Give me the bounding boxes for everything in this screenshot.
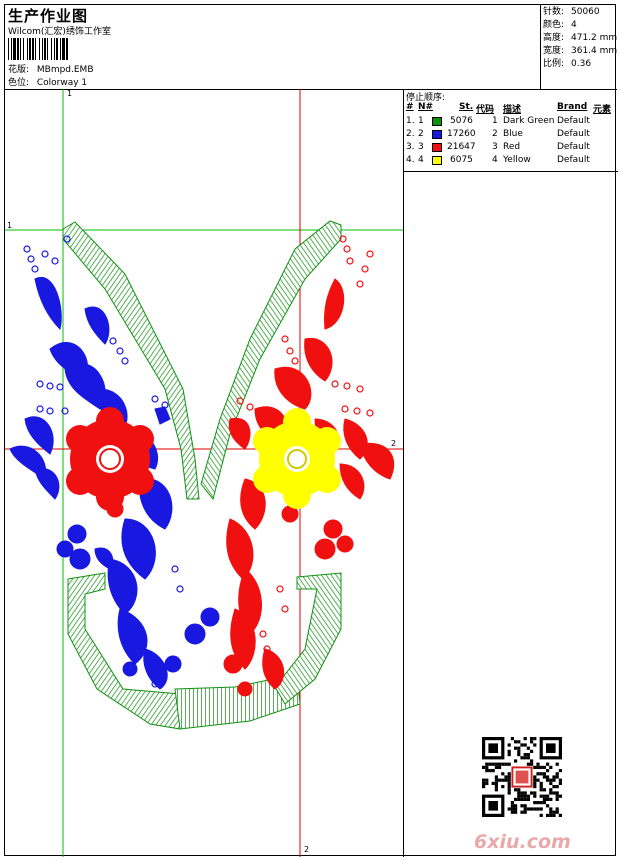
col-header-element: 元素	[593, 105, 612, 115]
guide-label-bottom: 2	[304, 845, 310, 854]
colorway-value: Colorway 1	[36, 78, 88, 88]
stat-label: 宽度:	[543, 46, 565, 56]
embroidery-preview	[5, 89, 403, 857]
table-row: 1. 1 5076 1 Dark Green Default	[404, 116, 618, 129]
row-desc: Red	[503, 142, 521, 152]
row-brand: Default	[557, 142, 590, 152]
stat-value: 50060	[571, 7, 600, 17]
table-row: 3. 3 21647 3 Red Default	[404, 142, 618, 155]
info-panel: 停止顺序: # N# St. 代码 描述 Brand 元素 1. 1 5076 …	[403, 89, 618, 857]
guide-label-left: 1	[7, 221, 13, 230]
production-sheet: 生产作业图 Wilcom(汇宏)绣饰工作室 花版: MBmpd.EMB 色位: …	[4, 4, 618, 857]
barcode-bar	[68, 38, 69, 60]
row-n: 4	[418, 155, 424, 165]
design-file-value: MBmpd.EMB	[36, 65, 94, 75]
row-n: 2	[418, 129, 424, 139]
design-file-line: 花版: MBmpd.EMB	[8, 62, 94, 75]
row-brand: Default	[557, 155, 590, 165]
stat-scale: 比例: 0.36	[543, 58, 617, 71]
row-code: 3	[492, 142, 498, 152]
color-swatch	[432, 156, 442, 165]
colorway-line: 色位: Colorway 1	[8, 75, 87, 88]
col-header-stitches: St.	[459, 102, 474, 112]
qr-code	[482, 737, 562, 817]
stat-value: 0.36	[571, 59, 592, 69]
color-swatch	[432, 143, 442, 152]
row-brand: Default	[557, 116, 590, 126]
row-code: 4	[492, 155, 498, 165]
col-header-desc: 描述	[503, 105, 522, 115]
row-desc: Yellow	[503, 155, 531, 165]
row-stitches: 6075	[450, 155, 473, 165]
col-header-brand: Brand	[557, 102, 588, 112]
stat-width: 宽度: 361.4 mm	[543, 45, 617, 58]
embroidery-design-area: 1 1 2 2	[5, 89, 403, 857]
header-info: 生产作业图 Wilcom(汇宏)绣饰工作室 花版: MBmpd.EMB 色位: …	[5, 5, 541, 89]
row-code: 2	[492, 129, 498, 139]
watermark-logo: 6xiu.com	[474, 831, 571, 853]
col-header-n: N#	[418, 102, 434, 112]
table-row: 2. 2 17260 2 Blue Default	[404, 129, 618, 142]
row-desc: Blue	[503, 129, 523, 139]
stat-value: 361.4 mm	[571, 46, 618, 56]
stat-stitches: 针数: 50060	[543, 6, 617, 19]
row-num: 2.	[406, 129, 415, 139]
row-stitches: 21647	[447, 142, 476, 152]
design-stats: 针数: 50060 颜色: 4 高度: 471.2 mm 宽度: 361.4 mm 比例…	[543, 6, 617, 71]
stat-value: 4	[571, 20, 577, 30]
stat-label: 比例:	[543, 59, 565, 69]
company-name: Wilcom(汇宏)绣饰工作室	[8, 27, 111, 37]
row-desc: Dark Green	[503, 116, 555, 126]
row-brand: Default	[557, 129, 590, 139]
thread-table: 停止顺序: # N# St. 代码 描述 Brand 元素 1. 1 5076 …	[404, 89, 618, 172]
page-title: 生产作业图	[8, 7, 89, 25]
barcode	[8, 38, 120, 60]
stat-label: 颜色:	[543, 20, 565, 30]
row-stitches: 5076	[450, 116, 473, 126]
colorway-label: 色位:	[8, 78, 30, 88]
row-num: 3.	[406, 142, 415, 152]
sheet-header: 生产作业图 Wilcom(汇宏)绣饰工作室 花版: MBmpd.EMB 色位: …	[5, 5, 617, 90]
stat-label: 针数:	[543, 7, 565, 17]
row-code: 1	[492, 116, 498, 126]
table-row: 4. 4 6075 4 Yellow Default	[404, 155, 618, 168]
row-num: 4.	[406, 155, 415, 165]
col-header-code: 代码	[476, 105, 495, 115]
stat-colors: 颜色: 4	[543, 19, 617, 32]
guide-label-right: 2	[391, 439, 397, 448]
row-n: 3	[418, 142, 424, 152]
row-stitches: 17260	[447, 129, 476, 139]
color-swatch	[432, 130, 442, 139]
design-file-label: 花版:	[8, 65, 30, 75]
stat-label: 高度:	[543, 33, 565, 43]
col-header-num: #	[406, 102, 414, 112]
color-swatch	[432, 117, 442, 126]
row-num: 1.	[406, 116, 415, 126]
stat-height: 高度: 471.2 mm	[543, 32, 617, 45]
guide-label-top: 1	[67, 89, 73, 98]
row-n: 1	[418, 116, 424, 126]
stat-value: 471.2 mm	[571, 33, 618, 43]
